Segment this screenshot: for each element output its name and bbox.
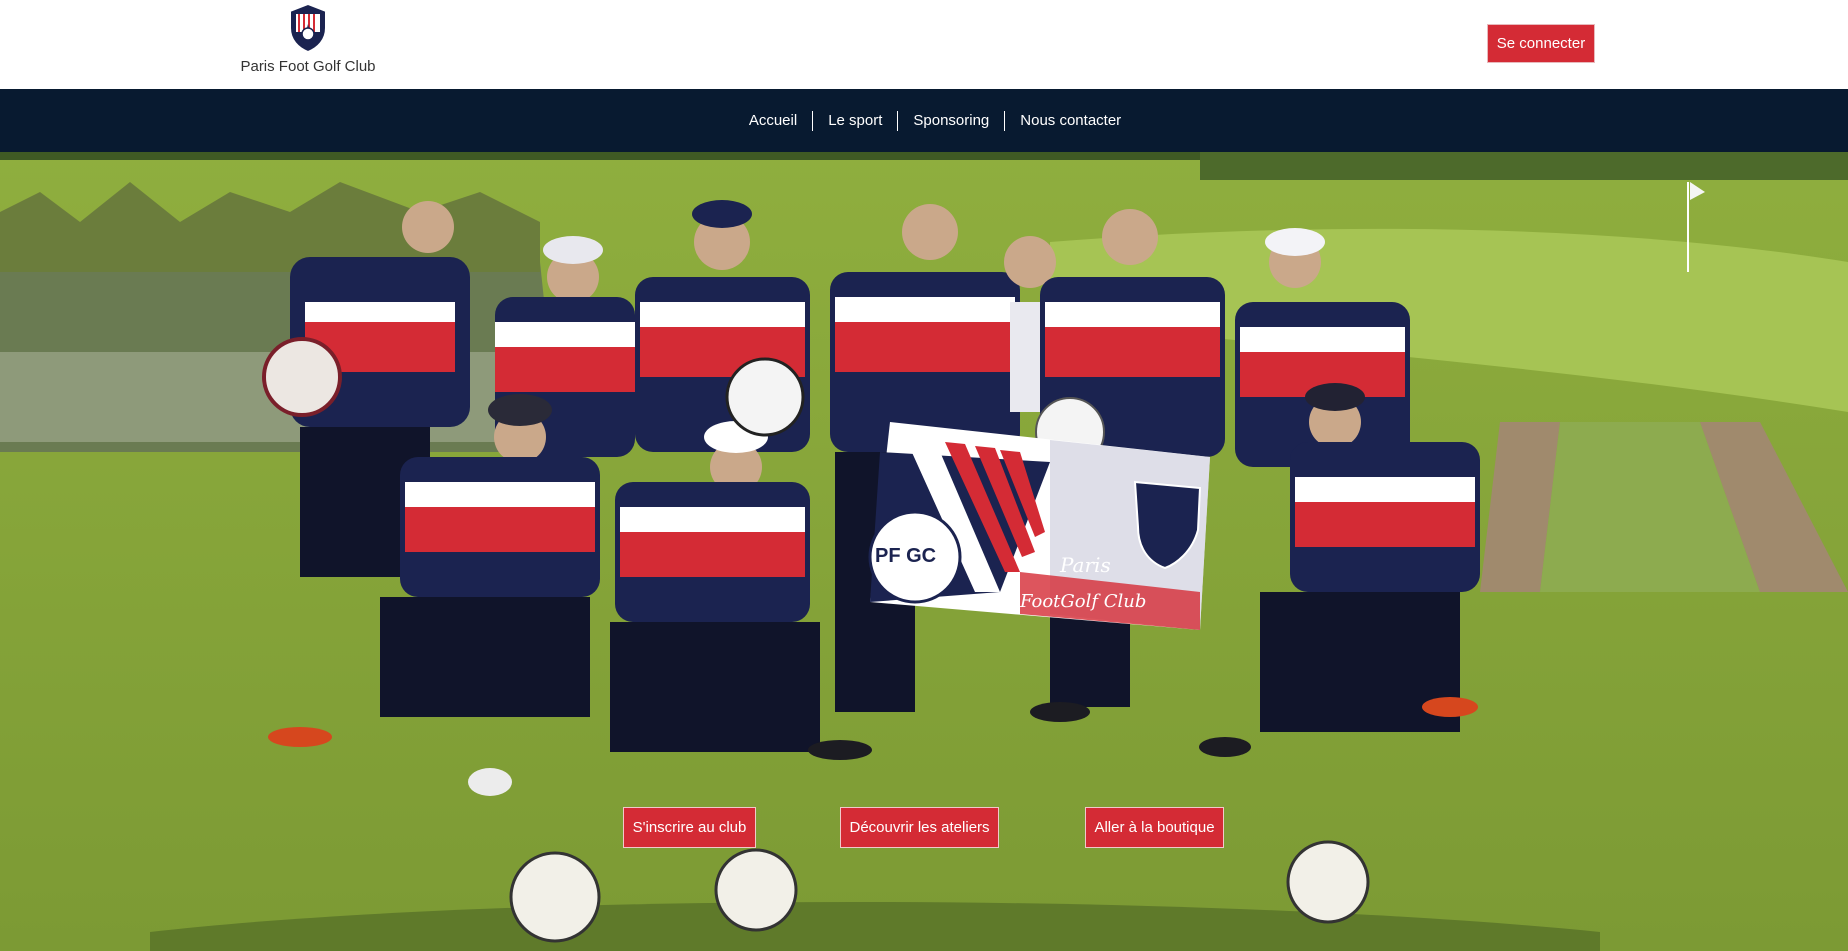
site-header: Paris Foot Golf Club Se connecter [0, 0, 1848, 89]
main-nav: Accueil Le sport Sponsoring Nous contact… [0, 89, 1848, 152]
join-club-button[interactable]: S'inscrire au club [623, 807, 756, 848]
club-crest-icon [289, 2, 327, 54]
club-banner: PF GC Paris FootGolf Club [868, 422, 1210, 630]
login-button[interactable]: Se connecter [1487, 24, 1595, 63]
club-logo[interactable]: Paris Foot Golf Club [238, 0, 378, 89]
discover-workshops-button[interactable]: Découvrir les ateliers [840, 807, 999, 848]
nav-item-accueil[interactable]: Accueil [734, 111, 812, 131]
nav-item-sponsoring[interactable]: Sponsoring [897, 110, 1004, 131]
nav-item-nous-contacter[interactable]: Nous contacter [1004, 110, 1136, 131]
club-name: Paris Foot Golf Club [240, 58, 376, 75]
nav-item-le-sport[interactable]: Le sport [812, 110, 897, 131]
hero-section: PF GC Paris FootGolf Club S'inscrire au … [0, 152, 1848, 951]
banner-text-line2: FootGolf Club [1019, 591, 1146, 612]
shop-button[interactable]: Aller à la boutique [1085, 807, 1224, 848]
banner-letters: PF GC [875, 545, 936, 567]
banner-text-line1: Paris [1059, 553, 1111, 577]
